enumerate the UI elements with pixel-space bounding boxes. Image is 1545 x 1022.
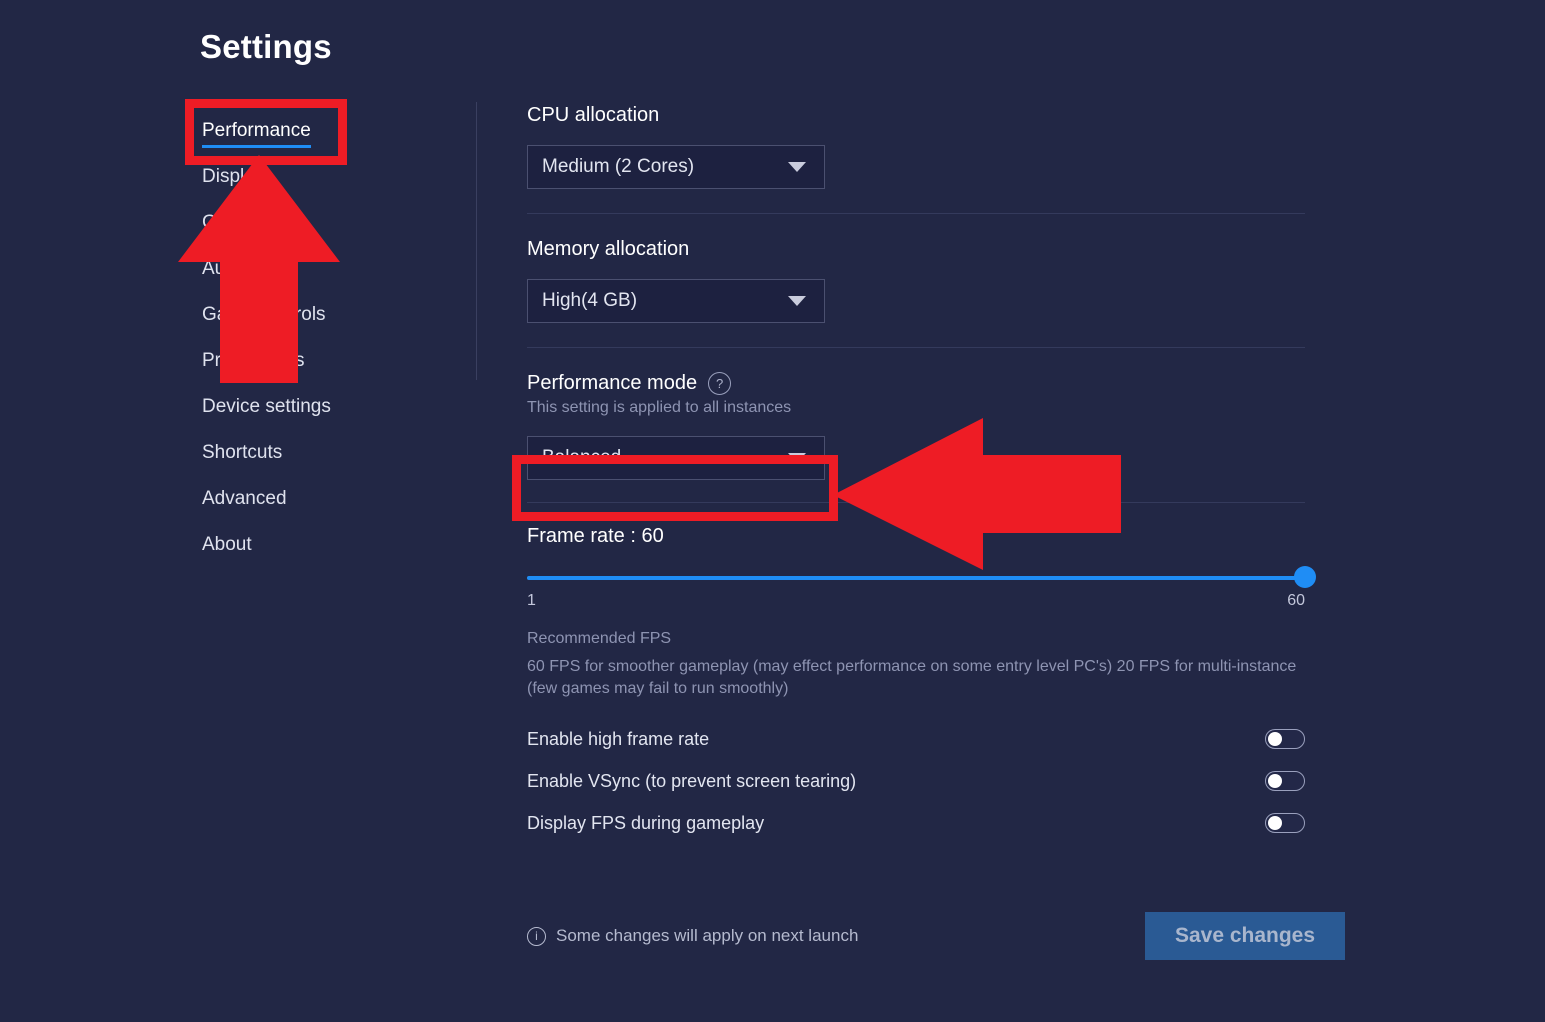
performance-mode-value: Balanced	[542, 447, 622, 468]
question-circle-icon[interactable]: ?	[708, 372, 732, 395]
toggle-row-display-fps: Display FPS during gameplay	[527, 802, 1305, 844]
toggle-vsync[interactable]	[1265, 771, 1305, 792]
memory-allocation-value: High(4 GB)	[542, 290, 638, 311]
settings-sidebar: Performance Display Graphics Audio Game …	[200, 110, 450, 570]
sidebar-item-label: Display	[202, 166, 265, 187]
sidebar-item-label: Advanced	[202, 488, 287, 509]
sidebar-item-label: Audio	[202, 258, 251, 279]
sidebar-item-game-controls[interactable]: Game controls	[200, 294, 450, 340]
settings-footer: i Some changes will apply on next launch…	[527, 912, 1345, 960]
sidebar-item-label: About	[202, 534, 252, 555]
info-circle-icon: i	[527, 926, 546, 946]
slider-thumb[interactable]	[1294, 566, 1316, 588]
sidebar-item-label: Shortcuts	[202, 442, 283, 463]
memory-allocation-section: Memory allocation High(4 GB)	[527, 214, 1305, 347]
chevron-down-icon	[788, 453, 806, 463]
memory-allocation-select[interactable]: High(4 GB)	[527, 279, 825, 323]
chevron-down-icon	[788, 162, 806, 172]
slider-fill	[527, 576, 1305, 580]
toggle-label: Enable VSync (to prevent screen tearing)	[527, 770, 857, 791]
slider-min-label: 1	[527, 592, 536, 609]
cpu-allocation-value: Medium (2 Cores)	[542, 156, 695, 177]
sidebar-item-performance[interactable]: Performance	[200, 110, 450, 156]
cpu-allocation-section: CPU allocation Medium (2 Cores)	[527, 104, 1305, 213]
sidebar-item-device-settings[interactable]: Device settings	[200, 386, 450, 432]
recommended-fps-text: 60 FPS for smoother gameplay (may effect…	[527, 658, 1297, 698]
toggle-label: Display FPS during gameplay	[527, 812, 765, 833]
slider-scale: 1 60	[527, 592, 1305, 610]
performance-mode-section: Performance mode ? This setting is appli…	[527, 348, 1305, 502]
next-launch-note: i Some changes will apply on next launch	[527, 926, 858, 946]
sidebar-item-graphics[interactable]: Graphics	[200, 202, 450, 248]
toggle-knob	[1268, 732, 1282, 747]
sidebar-item-preferences[interactable]: Preferences	[200, 340, 450, 386]
frame-rate-title: Frame rate : 60	[527, 525, 664, 547]
frame-rate-slider[interactable]	[527, 566, 1316, 588]
next-launch-note-text: Some changes will apply on next launch	[556, 926, 859, 945]
toggle-knob	[1268, 774, 1282, 789]
toggle-row-vsync: Enable VSync (to prevent screen tearing)	[527, 760, 1305, 802]
recommended-fps-title: Recommended FPS	[527, 630, 672, 647]
chevron-down-icon	[788, 296, 806, 306]
memory-allocation-label: Memory allocation	[527, 238, 690, 260]
sidebar-item-label: Graphics	[202, 212, 279, 233]
page-title: Settings	[200, 28, 332, 65]
toggle-high-frame-rate[interactable]	[1265, 729, 1305, 750]
toggle-knob	[1268, 816, 1282, 831]
sidebar-content-divider	[476, 102, 477, 380]
toggle-display-fps[interactable]	[1265, 813, 1305, 834]
sidebar-item-display[interactable]: Display	[200, 156, 450, 202]
performance-mode-header: Performance mode ?	[527, 372, 1305, 395]
sidebar-item-about[interactable]: About	[200, 524, 450, 570]
cpu-allocation-select[interactable]: Medium (2 Cores)	[527, 145, 825, 189]
settings-content-panel: CPU allocation Medium (2 Cores) Memory a…	[527, 104, 1316, 844]
sidebar-item-advanced[interactable]: Advanced	[200, 478, 450, 524]
toggle-label: Enable high frame rate	[527, 728, 710, 749]
sidebar-item-audio[interactable]: Audio	[200, 248, 450, 294]
slider-max-label: 60	[1287, 592, 1305, 609]
sidebar-item-label: Preferences	[202, 350, 305, 371]
performance-mode-note: This setting is applied to all instances	[527, 399, 792, 416]
sidebar-item-label: Device settings	[202, 396, 331, 417]
performance-mode-select[interactable]: Balanced	[527, 436, 825, 480]
frame-rate-section: Frame rate : 60 1 60 Recommended FPS 60 …	[527, 503, 1316, 844]
cpu-allocation-label: CPU allocation	[527, 104, 660, 126]
sidebar-item-label: Game controls	[202, 304, 326, 325]
save-changes-button[interactable]: Save changes	[1145, 912, 1345, 960]
performance-mode-label: Performance mode	[527, 372, 698, 394]
sidebar-item-shortcuts[interactable]: Shortcuts	[200, 432, 450, 478]
sidebar-item-label: Performance	[202, 120, 311, 148]
toggle-row-high-frame-rate: Enable high frame rate	[527, 718, 1305, 760]
